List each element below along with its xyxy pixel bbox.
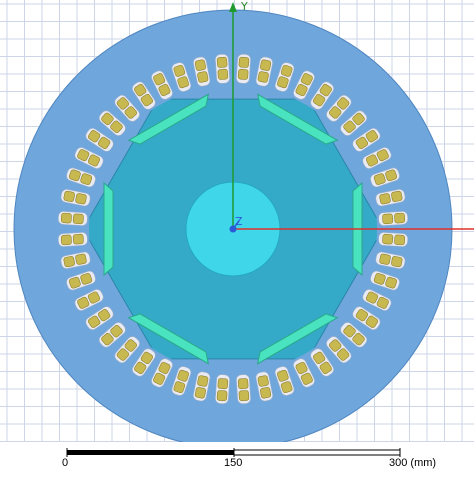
stator-slot xyxy=(236,53,251,84)
stator-slot xyxy=(378,211,409,226)
modeler-viewport[interactable]: Y Z 0 150 300 (mm) xyxy=(0,0,474,476)
coil-lower xyxy=(379,253,391,265)
coil-lower xyxy=(197,375,209,387)
stator-slot xyxy=(57,232,88,247)
coil-upper xyxy=(60,234,72,246)
coil-lower xyxy=(237,68,249,80)
y-axis-label: Y xyxy=(241,0,248,13)
z-axis-label: Z xyxy=(235,215,243,228)
scale-segment-dark xyxy=(67,450,234,455)
motor-cross-section[interactable] xyxy=(0,0,474,476)
coil-lower xyxy=(382,233,394,245)
coil-lower xyxy=(257,71,269,83)
coil-upper xyxy=(238,56,250,68)
coil-upper xyxy=(238,390,250,402)
magnet-body xyxy=(103,181,114,277)
coil-upper xyxy=(391,190,403,202)
coil-upper xyxy=(194,387,206,399)
scale-tick-label-150: 150 xyxy=(224,457,243,469)
coil-upper xyxy=(63,256,75,268)
coil-lower xyxy=(382,213,394,225)
coil-upper xyxy=(63,190,75,202)
stator-slot xyxy=(236,374,251,405)
stator-slot xyxy=(215,374,230,405)
coil-lower xyxy=(257,375,269,387)
coil-upper xyxy=(216,390,228,402)
coil-upper xyxy=(194,59,206,71)
scale-tick-label-0: 0 xyxy=(62,457,69,469)
scale-tick-label-300: 300 (mm) xyxy=(389,457,437,469)
stator-slot xyxy=(378,232,409,247)
magnet xyxy=(103,181,114,277)
coil-lower xyxy=(217,68,229,80)
coil-lower xyxy=(72,213,84,225)
coil-lower xyxy=(379,193,391,205)
coil-lower xyxy=(237,378,249,390)
scale-segment-light xyxy=(233,449,401,456)
coil-upper xyxy=(391,256,403,268)
coil-lower xyxy=(75,253,87,265)
coil-lower xyxy=(197,71,209,83)
coil-lower xyxy=(72,233,84,245)
stator-slot xyxy=(215,53,230,84)
coil-upper xyxy=(60,212,72,224)
coil-lower xyxy=(75,193,87,205)
coil-upper xyxy=(260,59,272,71)
coil-upper xyxy=(260,387,272,399)
coil-upper xyxy=(394,234,406,246)
coil-lower xyxy=(217,378,229,390)
stator-slot xyxy=(57,211,88,226)
coil-upper xyxy=(216,56,228,68)
coil-upper xyxy=(394,212,406,224)
